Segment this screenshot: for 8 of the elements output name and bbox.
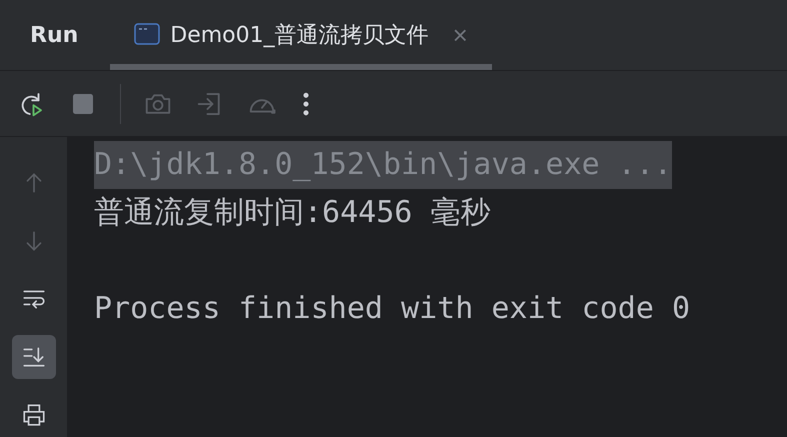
tab-label: Demo01_普通流拷贝文件 (170, 22, 429, 50)
run-tab[interactable]: Demo01_普通流拷贝文件 × (110, 0, 492, 70)
panel-title: Run (30, 22, 78, 50)
console-line: Process finished with exit code 0 (94, 290, 690, 328)
window-icon (134, 23, 160, 48)
console-line: 普通流复制时间:64456 毫秒 (94, 194, 490, 232)
console-tool-button[interactable] (12, 335, 56, 379)
printer-icon (20, 402, 46, 428)
